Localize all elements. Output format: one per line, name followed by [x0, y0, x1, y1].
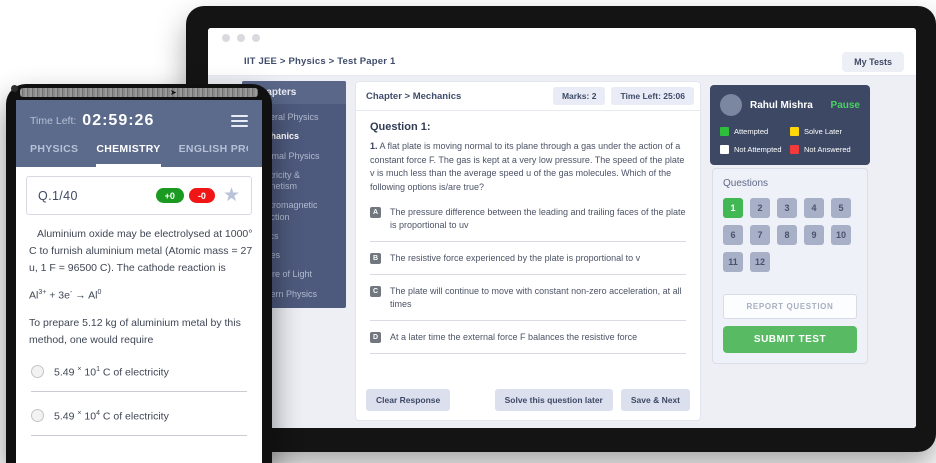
- mobile-option-2[interactable]: 5.49 × 104 C of electricity: [31, 409, 249, 422]
- mobile-header: Time Left: 02:59:26 PHYSICS CHEMISTRY EN…: [16, 100, 262, 167]
- mobile-question-header: Q.1/40 +0 -0 ★: [26, 176, 252, 215]
- radio-icon[interactable]: [31, 365, 44, 378]
- question-body: Question 1: 1. A flat plate is moving no…: [356, 111, 700, 381]
- question-actions: Clear Response Solve this question later…: [356, 381, 700, 420]
- tab-chemistry[interactable]: CHEMISTRY: [96, 143, 160, 167]
- window-titlebar: [208, 28, 916, 48]
- mobile-question-text: Aluminium oxide may be electrolysed at 1…: [29, 226, 253, 276]
- questions-panel: Questions 1 2 3 4 5 6 7 8 9 10 11 12: [712, 168, 868, 364]
- save-next-button[interactable]: Save & Next: [621, 389, 690, 411]
- question-number-6[interactable]: 6: [723, 225, 743, 245]
- options-list: A The pressure difference between the le…: [370, 206, 686, 354]
- legend-color-swatch: [790, 145, 799, 154]
- option-a-letter: A: [370, 207, 381, 218]
- phone-screen: Time Left: 02:59:26 PHYSICS CHEMISTRY EN…: [16, 100, 262, 463]
- option-c-letter: C: [370, 286, 381, 297]
- mobile-question-text-2: To prepare 5.12 kg of aluminium metal by…: [29, 315, 253, 349]
- legend-color-swatch: [720, 127, 729, 136]
- window-control-icon[interactable]: [222, 34, 230, 42]
- question-number-3[interactable]: 3: [777, 198, 797, 218]
- mobile-question-body: Q.1/40 +0 -0 ★ Aluminium oxide may be el…: [16, 167, 262, 436]
- report-question-button[interactable]: REPORT QUESTION: [723, 294, 857, 319]
- question-number-9[interactable]: 9: [804, 225, 824, 245]
- question-counter: Q.1/40: [38, 189, 78, 203]
- divider: [370, 353, 686, 354]
- window-control-icon[interactable]: [252, 34, 260, 42]
- divider: [370, 241, 686, 242]
- legend-not-attempted: Not Attempted: [720, 145, 790, 154]
- question-number-12[interactable]: 12: [750, 252, 770, 272]
- option-b-letter: B: [370, 253, 381, 264]
- window-content: Chapters General Physics Mechanics Therm…: [208, 76, 916, 428]
- solve-later-button[interactable]: Solve this question later: [495, 389, 613, 411]
- mouse-cursor-icon: ➤: [170, 88, 177, 97]
- tab-english-proficiency[interactable]: ENGLISH PROFICIENCY: [179, 143, 248, 167]
- subject-tabs: PHYSICS CHEMISTRY ENGLISH PROFICIENCY: [30, 143, 248, 167]
- question-number-4[interactable]: 4: [804, 198, 824, 218]
- legend-not-answered: Not Answered: [790, 145, 860, 154]
- question-number-11[interactable]: 11: [723, 252, 743, 272]
- profile-card: Rahul Mishra Pause Attempted Solve Later: [710, 85, 870, 165]
- marks-badge: Marks: 2: [553, 87, 606, 105]
- option-a[interactable]: A The pressure difference between the le…: [370, 206, 686, 232]
- question-number-7[interactable]: 7: [750, 225, 770, 245]
- page: IIT JEE > Physics > Test Paper 1 My Test…: [0, 0, 936, 463]
- phone-camera-icon: [11, 85, 18, 92]
- question-title: Question 1:: [370, 121, 686, 133]
- positive-marks-badge: +0: [156, 188, 184, 203]
- question-number-grid: 1 2 3 4 5 6 7 8 9 10 11 12: [723, 198, 857, 272]
- phone-overlay: ➤ Time Left: 02:59:26 PHYSICS CHEMISTRY …: [6, 84, 272, 463]
- divider: [370, 320, 686, 321]
- option-b[interactable]: B The resistive force experienced by the…: [370, 252, 686, 265]
- questions-panel-title: Questions: [723, 178, 857, 189]
- clear-response-button[interactable]: Clear Response: [366, 389, 450, 411]
- radio-icon[interactable]: [31, 409, 44, 422]
- question-number-5[interactable]: 5: [831, 198, 851, 218]
- option-d[interactable]: D At a later time the external force F b…: [370, 331, 686, 344]
- option-d-letter: D: [370, 332, 381, 343]
- menu-icon[interactable]: [231, 115, 248, 127]
- breadcrumb[interactable]: IIT JEE > Physics > Test Paper 1: [244, 56, 395, 67]
- question-number-10[interactable]: 10: [831, 225, 851, 245]
- negative-marks-badge: -0: [189, 188, 215, 203]
- submit-test-button[interactable]: SUBMIT TEST: [723, 326, 857, 353]
- bookmark-star-icon[interactable]: ★: [223, 186, 240, 205]
- divider: [370, 274, 686, 275]
- phone-status-bar: ➤: [20, 88, 258, 97]
- divider: [31, 435, 247, 436]
- legend-solve-later: Solve Later: [790, 127, 860, 136]
- pause-button[interactable]: Pause: [831, 100, 860, 111]
- mobile-option-1[interactable]: 5.49 × 101 C of electricity: [31, 365, 249, 378]
- user-name: Rahul Mishra: [750, 100, 813, 111]
- my-tests-button[interactable]: My Tests: [842, 52, 904, 72]
- breadcrumb-bar: IIT JEE > Physics > Test Paper 1 My Test…: [208, 48, 916, 76]
- divider: [31, 391, 247, 392]
- question-card-header: Chapter > Mechanics Marks: 2 Time Left: …: [356, 82, 700, 111]
- status-legend: Attempted Solve Later Not Attempted: [720, 127, 860, 154]
- question-number-2[interactable]: 2: [750, 198, 770, 218]
- time-left-badge: Time Left: 25:06: [611, 87, 694, 105]
- option-c[interactable]: C The plate will continue to move with c…: [370, 285, 686, 311]
- question-text: 1. A flat plate is moving normal to its …: [370, 140, 690, 194]
- legend-color-swatch: [790, 127, 799, 136]
- chemical-formula: Al3+ + 3e- → Al0: [29, 289, 249, 302]
- question-card: Chapter > Mechanics Marks: 2 Time Left: …: [355, 81, 701, 421]
- question-number-8[interactable]: 8: [777, 225, 797, 245]
- question-number: 1.: [370, 141, 378, 151]
- avatar: [720, 94, 742, 116]
- times-icon: ×: [77, 366, 81, 373]
- window-control-icon[interactable]: [237, 34, 245, 42]
- time-left-value: 02:59:26: [82, 112, 154, 130]
- legend-color-swatch: [720, 145, 729, 154]
- question-number-1[interactable]: 1: [723, 198, 743, 218]
- tab-physics[interactable]: PHYSICS: [30, 143, 78, 167]
- times-icon: ×: [77, 410, 81, 417]
- desktop-window-frame: IIT JEE > Physics > Test Paper 1 My Test…: [186, 6, 936, 452]
- desktop-window: IIT JEE > Physics > Test Paper 1 My Test…: [208, 28, 916, 428]
- chapter-label: Chapter > Mechanics: [366, 91, 461, 102]
- time-left-label: Time Left:: [30, 115, 76, 127]
- legend-attempted: Attempted: [720, 127, 790, 136]
